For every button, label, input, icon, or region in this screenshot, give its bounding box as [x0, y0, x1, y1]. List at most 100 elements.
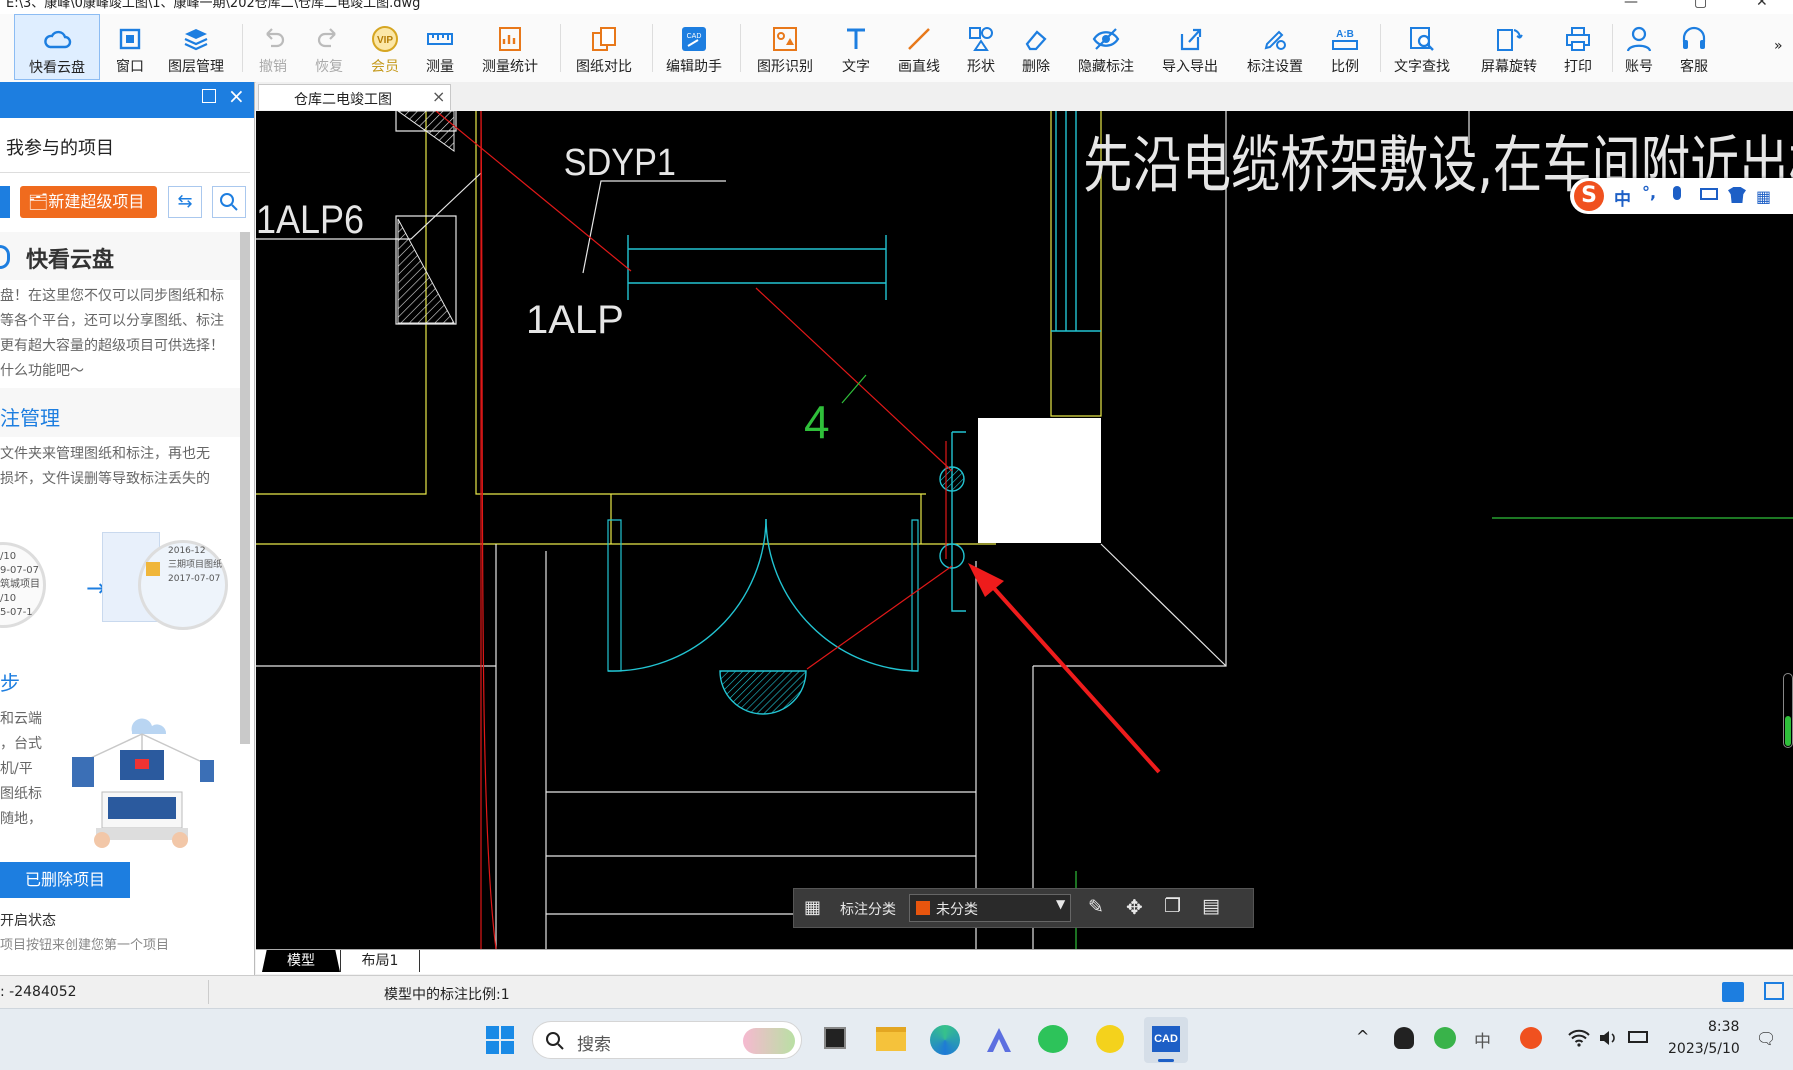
panel-toggle-icon[interactable] — [1764, 982, 1784, 1000]
print-button[interactable]: 打印 — [1548, 14, 1608, 80]
security-app-icon[interactable] — [1434, 1027, 1456, 1049]
vip-button[interactable]: VIP 会员 — [356, 14, 414, 80]
drawing-canvas[interactable]: SDYP1 1ALP6 1ALP 4 先沿电缆桥架敷设,在车间附近出桥架套钢 — [256, 111, 1793, 949]
sidebar-float-icon[interactable] — [202, 89, 216, 103]
sidebar-close-icon[interactable]: × — [228, 84, 245, 108]
text-search-button[interactable]: 文字查找 — [1386, 14, 1458, 80]
clock-date[interactable]: 2023/5/10 — [1668, 1041, 1740, 1057]
shapes-icon — [969, 27, 993, 51]
task-view-icon[interactable] — [824, 1027, 846, 1049]
search-icon — [546, 1032, 564, 1050]
taskbar-search[interactable]: 搜索 — [532, 1021, 802, 1059]
coordinate-readout: : -2484052 — [0, 984, 77, 1000]
measure-stats-button[interactable]: 测量统计 — [472, 14, 548, 80]
tab-document[interactable]: 仓库二电竣工图 × — [258, 84, 451, 110]
delete-button[interactable]: 删除 — [1006, 14, 1066, 80]
minimize-button[interactable]: — — [1624, 0, 1638, 9]
highlight-box — [978, 418, 1101, 543]
hide-annotations-button[interactable]: 隐藏标注 — [1072, 14, 1140, 80]
app-a-icon[interactable] — [984, 1025, 1014, 1055]
compare-icon — [592, 27, 616, 51]
tab-close-icon[interactable]: × — [432, 87, 445, 106]
account-button[interactable]: 账号 — [1610, 14, 1668, 80]
wifi-icon[interactable] — [1568, 1029, 1590, 1047]
shapes-button[interactable]: 形状 — [950, 14, 1012, 80]
skin-shirt-icon[interactable] — [1728, 187, 1746, 203]
vip-icon: VIP — [372, 26, 398, 52]
microphone-icon[interactable] — [1673, 186, 1681, 200]
canvas-scroll-indicator[interactable] — [1783, 673, 1793, 748]
wechat-icon[interactable] — [1038, 1025, 1068, 1053]
ime-lang-toggle[interactable]: 中 — [1614, 185, 1631, 210]
sogou-tray-icon[interactable] — [1520, 1027, 1542, 1049]
sogou-logo-icon[interactable]: S — [1574, 181, 1604, 211]
import-export-button[interactable]: 导入导出 — [1156, 14, 1224, 80]
sidebar-header: × — [0, 82, 254, 118]
ime-punct-toggle[interactable]: °, — [1642, 183, 1656, 202]
edit-annotation-icon[interactable]: ✎ — [1088, 896, 1104, 918]
tray-lang-indicator[interactable]: 中 — [1474, 1027, 1491, 1052]
view-mode-icon[interactable] — [1722, 982, 1744, 1002]
maximize-button[interactable]: ▢ — [1694, 0, 1707, 9]
drawing-compare-button[interactable]: 图纸对比 — [566, 14, 642, 80]
illustration-devices — [72, 718, 214, 848]
file-explorer-icon[interactable] — [876, 1027, 906, 1051]
edge-browser-icon[interactable] — [930, 1025, 960, 1055]
notification-icon[interactable]: 🗨 — [1756, 1029, 1776, 1048]
windows-taskbar: 搜索 CAD ^ 中 8:38 2023/5/10 🗨 — [0, 1008, 1793, 1070]
screen-rotate-button[interactable]: 屏幕旋转 — [1474, 14, 1544, 80]
move-icon[interactable]: ✥ — [1126, 895, 1143, 919]
ime-tools-grid-icon[interactable]: ▦ — [1756, 187, 1771, 206]
search-highlight-icon — [743, 1028, 795, 1054]
sidebar-tab-stub[interactable] — [0, 186, 10, 218]
window-icon — [119, 28, 141, 50]
category-select[interactable]: 未分类 ▼ — [909, 894, 1071, 922]
toolbar-more-button[interactable]: » — [1774, 38, 1783, 54]
qq-icon[interactable] — [1394, 1027, 1414, 1049]
annotation-scale-text: 模型中的标注比例:1 — [384, 987, 510, 1003]
sync-icon[interactable]: ⇆ — [168, 186, 202, 218]
measure-button[interactable]: 测量 — [410, 14, 470, 80]
music-app-icon[interactable] — [1096, 1025, 1124, 1053]
deleted-projects-button[interactable]: 已删除项目 — [0, 862, 130, 898]
edit-assistant-button[interactable]: CAD 编辑助手 — [660, 14, 728, 80]
close-button[interactable]: ✕ — [1756, 0, 1768, 9]
category-grid-icon[interactable]: ▦ — [804, 897, 821, 918]
window-button[interactable]: 窗口 — [100, 14, 160, 80]
tab-model[interactable]: 模型 — [262, 950, 340, 972]
cad-edit-icon: CAD — [682, 27, 706, 51]
draw-line-button[interactable]: 画直线 — [888, 14, 950, 80]
paste-icon[interactable]: ▤ — [1202, 895, 1220, 917]
annotation-settings-button[interactable]: 标注设置 — [1240, 14, 1310, 80]
windows-start-icon[interactable] — [486, 1026, 514, 1054]
eraser-icon — [1025, 30, 1047, 51]
clock-time[interactable]: 8:38 — [1708, 1019, 1739, 1035]
copy-icon[interactable]: ❐ — [1164, 895, 1181, 917]
cad-viewer-taskbar-button[interactable]: CAD — [1144, 1017, 1188, 1063]
line-icon — [908, 28, 930, 50]
speaker-icon[interactable] — [1598, 1029, 1618, 1047]
sidebar-scrollbar[interactable] — [240, 232, 250, 744]
new-super-project-button[interactable]: 🗂新建超级项目 — [20, 186, 157, 218]
main-toolbar: 快看云盘 窗口 图层管理 撤销 恢复 VIP 会员 测量 测量统计 图纸对比 C… — [0, 14, 1793, 83]
red-arrow — [981, 574, 1161, 774]
svg-text:A:B: A:B — [1336, 29, 1354, 40]
shape-recognize-button[interactable]: 图形识别 — [748, 14, 822, 80]
text-button[interactable]: 文字 — [826, 14, 886, 80]
project-sidebar: × 我参与的项目 🗂新建超级项目 ⇆ 快看云盘 盘！在这里您不仅可以同步图纸和标… — [0, 82, 255, 975]
redo-button[interactable]: 恢复 — [300, 14, 358, 80]
layer-manager-button[interactable]: 图层管理 — [162, 14, 230, 80]
sidebar-search-button[interactable] — [212, 186, 246, 218]
battery-icon[interactable] — [1628, 1031, 1648, 1043]
rotate-screen-icon — [1497, 29, 1523, 51]
chevron-up-icon[interactable]: ^ — [1356, 1027, 1369, 1046]
cloud-drive-button[interactable]: 快看云盘 — [14, 14, 100, 80]
scale-button[interactable]: A:B 比例 — [1316, 14, 1374, 80]
undo-button[interactable]: 撤销 — [244, 14, 302, 80]
tab-layout1[interactable]: 布局1 — [340, 950, 420, 972]
keyboard-icon[interactable] — [1700, 188, 1718, 200]
label-1alp: 1ALP — [526, 298, 624, 342]
customer-service-button[interactable]: 客服 — [1665, 14, 1723, 80]
annotation-settings-icon — [1264, 30, 1286, 50]
status-bar: : -2484052 模型中的标注比例:1 — [0, 975, 1793, 1009]
